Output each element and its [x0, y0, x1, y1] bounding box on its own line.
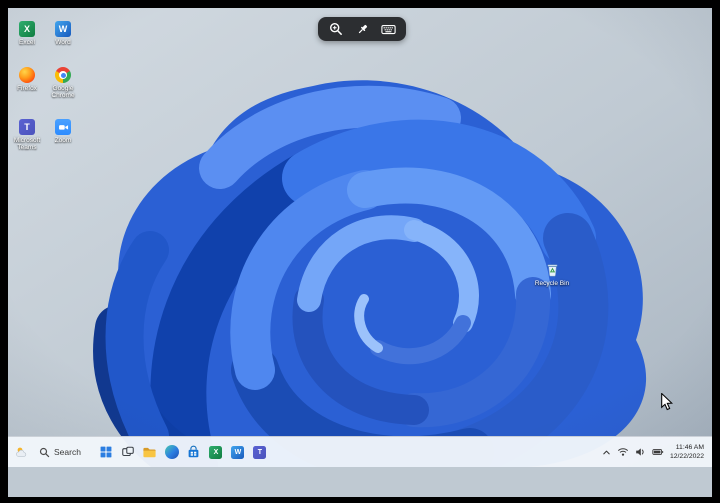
desktop-icon-recycle-bin[interactable]: Recycle Bin: [534, 261, 570, 287]
word-icon: W: [231, 445, 245, 459]
desktop-icon-chrome[interactable]: Google Chrome: [45, 67, 81, 100]
taskbar-search[interactable]: Search: [39, 447, 81, 458]
teams-taskbar-button[interactable]: T: [251, 443, 269, 461]
desktop-icon-label: Microsoft Teams: [13, 137, 41, 152]
keyboard-icon: [381, 24, 396, 34]
video-camera-icon: [58, 124, 68, 130]
desktop-icon-label: Recycle Bin: [534, 280, 570, 287]
desktop-icon-zoom[interactable]: Zoom: [45, 119, 81, 144]
teams-letter: T: [24, 122, 30, 132]
desktop-icon-word[interactable]: W Word: [45, 21, 81, 46]
volume-tray-button[interactable]: [635, 447, 646, 457]
excel-taskbar-button[interactable]: X: [207, 443, 225, 461]
teams-icon: T: [19, 119, 35, 135]
task-view-icon: [122, 446, 134, 457]
excel-letter: X: [213, 448, 219, 456]
desktop[interactable]: X Excel W Word Firefox Google Chrome T M…: [8, 8, 712, 467]
remote-control-toolbar: [318, 17, 406, 41]
volume-icon: [636, 448, 644, 456]
desktop-icon-label: Word: [55, 39, 71, 46]
desktop-icon-label: Zoom: [54, 137, 72, 144]
store-button[interactable]: [185, 443, 203, 461]
desktop-icon-firefox[interactable]: Firefox: [9, 67, 45, 92]
battery-tray-button[interactable]: [652, 447, 664, 457]
file-explorer-button[interactable]: [141, 443, 159, 461]
word-letter: W: [234, 448, 242, 456]
desktop-icon-label: Excel: [19, 39, 35, 46]
firefox-icon: [19, 67, 35, 83]
microsoft-store-icon: [189, 445, 199, 457]
chevron-up-icon: [603, 450, 610, 454]
pin-button[interactable]: [353, 20, 371, 38]
zoom-in-icon: [329, 23, 342, 35]
zoom-app-icon: [55, 119, 71, 135]
excel-icon: X: [209, 445, 223, 459]
battery-icon: [652, 449, 664, 455]
desktop-icon-teams[interactable]: T Microsoft Teams: [9, 119, 45, 152]
chrome-icon: [55, 67, 71, 83]
teams-icon: T: [253, 445, 267, 459]
file-explorer-icon: [143, 447, 157, 457]
desktop-icon-label: Google Chrome: [51, 85, 75, 100]
network-tray-button[interactable]: [617, 447, 629, 457]
wifi-icon: [617, 448, 629, 456]
keyboard-button[interactable]: [380, 20, 398, 38]
zoom-in-button[interactable]: [327, 20, 345, 38]
edge-icon: [164, 445, 179, 459]
desktop-icon-label: Firefox: [17, 85, 37, 92]
windows-start-icon: [100, 446, 112, 458]
widgets-button[interactable]: [15, 446, 29, 458]
word-taskbar-button[interactable]: W: [229, 443, 247, 461]
search-label: Search: [54, 447, 81, 457]
desktop-icon-excel[interactable]: X Excel: [9, 21, 45, 46]
task-view-button[interactable]: [119, 443, 137, 461]
pin-icon: [358, 24, 367, 33]
recycle-bin-icon: [547, 264, 557, 277]
virtual-machine-screen: X Excel W Word Firefox Google Chrome T M…: [8, 8, 712, 497]
excel-icon: X: [19, 21, 35, 37]
system-tray: 11:46 AM 12/22/2022: [602, 443, 712, 461]
taskbar: Search X W T 11:46 AM 12/22/2022: [8, 436, 712, 467]
clock[interactable]: 11:46 AM 12/22/2022: [670, 443, 704, 461]
word-letter: W: [58, 24, 68, 34]
edge-button[interactable]: [163, 443, 181, 461]
clock-time: 11:46 AM: [675, 443, 704, 451]
teams-letter: T: [257, 448, 263, 456]
taskbar-pinned-apps: X W T: [97, 443, 269, 461]
remote-desktop-view: { "overlay_toolbar": { "buttons": [ {"na…: [0, 0, 720, 503]
word-icon: W: [55, 21, 71, 37]
start-button[interactable]: [97, 443, 115, 461]
taskbar-left: Search: [8, 446, 81, 458]
search-icon: [39, 447, 50, 457]
excel-letter: X: [23, 24, 30, 34]
weather-widgets-icon: [16, 447, 27, 457]
clock-date: 12/22/2022: [669, 453, 704, 460]
bloom-wallpaper: [8, 8, 712, 467]
hidden-icons-chevron[interactable]: [602, 448, 611, 457]
